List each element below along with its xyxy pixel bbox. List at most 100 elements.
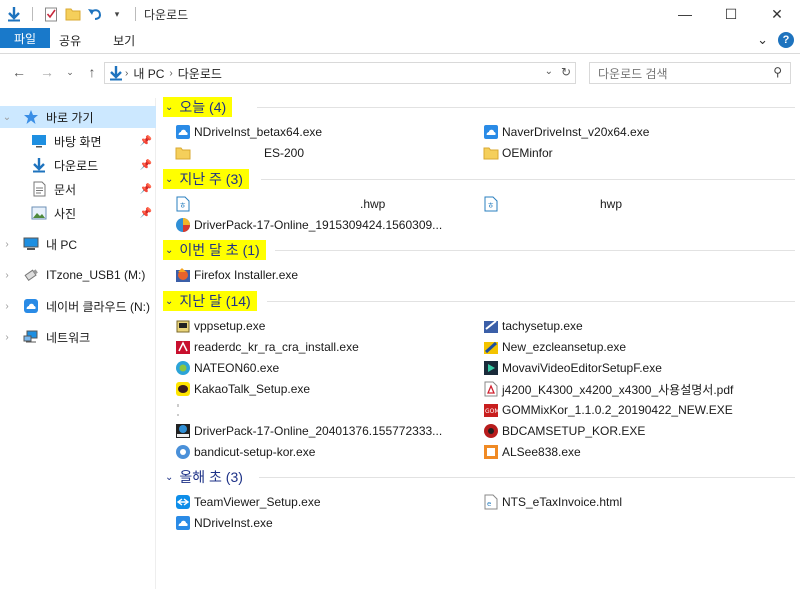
- nav-item-pictures[interactable]: 사진 📌: [30, 202, 156, 224]
- acrobat-icon: [175, 339, 191, 355]
- pin-icon: 📌: [139, 159, 152, 171]
- file-item[interactable]: MovaviVideoEditorSetupF.exe: [483, 358, 662, 378]
- nateon-icon: [175, 360, 191, 376]
- tab-view[interactable]: 보기: [97, 28, 151, 53]
- back-button[interactable]: ←: [9, 62, 29, 82]
- nav-item-this-pc[interactable]: › 내 PC: [0, 233, 156, 255]
- expand-chevron-icon[interactable]: ›: [0, 270, 14, 281]
- file-item[interactable]: KakaoTalk_Setup.exe: [175, 379, 310, 399]
- file-name: tachysetup.exe: [502, 319, 583, 333]
- file-item[interactable]: bandicut-setup-kor.exe: [175, 442, 315, 462]
- customize-dropdown-icon[interactable]: ▾: [109, 6, 125, 22]
- expand-chevron-icon[interactable]: ›: [0, 332, 14, 343]
- group-label: 이번 달 초 (1): [179, 242, 260, 258]
- desktop-icon: [30, 133, 48, 149]
- nav-item-naver-cloud[interactable]: › 네이버 클라우드 (N:): [0, 295, 156, 317]
- file-name: TeamViewer_Setup.exe: [194, 495, 321, 509]
- file-item[interactable]: readerdc_kr_ra_cra_install.exe: [175, 337, 359, 357]
- new-folder-icon[interactable]: [65, 6, 81, 22]
- file-item[interactable]: [175, 400, 194, 420]
- file-item[interactable]: NDriveInst.exe: [175, 513, 273, 533]
- file-item[interactable]: OEMinfor: [483, 143, 553, 163]
- search-icon[interactable]: ⚲: [773, 65, 782, 79]
- file-item[interactable]: NATEON60.exe: [175, 358, 279, 378]
- file-name: ALSee838.exe: [502, 445, 581, 459]
- close-button[interactable]: ✕: [754, 0, 800, 28]
- file-name: KakaoTalk_Setup.exe: [194, 382, 311, 396]
- file-item[interactable]: vppsetup.exe: [175, 316, 265, 336]
- file-item[interactable]: ES-200: [175, 143, 304, 163]
- forward-button[interactable]: →: [37, 62, 57, 82]
- group-divider: [259, 477, 795, 478]
- file-item[interactable]: BDCAMSETUP_KOR.EXE: [483, 421, 645, 441]
- file-item[interactable]: NDriveInst_betax64.exe: [175, 122, 322, 142]
- expand-chevron-icon[interactable]: ›: [0, 239, 14, 250]
- kakao-icon: [175, 381, 191, 397]
- file-item[interactable]: GOM GOMMixKor_1.1.0.2_20190422_NEW.EXE: [483, 400, 733, 420]
- group-divider: [257, 107, 795, 108]
- nav-item-documents[interactable]: 문서 📌: [30, 178, 156, 200]
- file-name: hwp: [600, 197, 623, 211]
- nav-item-usb-drive[interactable]: › ITzone_USB1 (M:): [0, 264, 156, 286]
- breadcrumb-downloads[interactable]: 다운로드: [178, 65, 222, 82]
- group-header-today[interactable]: ⌄ 오늘 (4): [163, 97, 233, 117]
- up-button[interactable]: ↑: [82, 62, 102, 82]
- nav-item-label: 네트워크: [46, 330, 91, 345]
- refresh-icon[interactable]: ↻: [561, 65, 571, 79]
- collapse-chevron-icon[interactable]: ⌄: [0, 112, 14, 123]
- file-item[interactable]: ㅎ hwp: [483, 194, 622, 214]
- file-item[interactable]: e NTS_eTaxInvoice.html: [483, 492, 622, 512]
- quick-access-toolbar: ▾: [0, 6, 140, 22]
- help-icon[interactable]: ?: [778, 32, 794, 48]
- file-item[interactable]: tachysetup.exe: [483, 316, 583, 336]
- picture-icon: [30, 205, 48, 221]
- file-item[interactable]: Firefox Installer.exe: [175, 265, 298, 285]
- breadcrumb-this-pc[interactable]: 내 PC: [133, 65, 164, 82]
- file-item[interactable]: DriverPack-17-Online_20401376.155772333.…: [175, 421, 442, 441]
- file-item[interactable]: j4200_K4300_x4200_x4300_사용설명서.pdf: [483, 379, 733, 399]
- nav-item-network[interactable]: › 네트워크: [0, 326, 156, 348]
- title-bar: ▾ 다운로드 — ☐ ✕: [0, 0, 800, 28]
- tab-share[interactable]: 공유: [43, 28, 97, 53]
- file-item[interactable]: ㅎ .hwp: [175, 194, 385, 214]
- properties-icon[interactable]: [43, 6, 59, 22]
- undo-icon[interactable]: [87, 6, 103, 22]
- nav-item-label: 바로 가기: [46, 110, 94, 125]
- expand-ribbon-icon[interactable]: ⌄: [757, 32, 768, 48]
- file-item[interactable]: TeamViewer_Setup.exe: [175, 492, 321, 512]
- svg-text:GOM: GOM: [485, 408, 499, 415]
- star-icon: [22, 109, 40, 125]
- group-header-early-this-year[interactable]: ⌄ 올해 초 (3): [163, 467, 243, 487]
- group-header-last-week[interactable]: ⌄ 지난 주 (3): [163, 169, 249, 189]
- search-input[interactable]: 다운로드 검색 ⚲: [589, 62, 791, 84]
- chevron-down-icon: ⌄: [165, 101, 174, 113]
- expand-chevron-icon[interactable]: ›: [0, 301, 14, 312]
- recent-locations-icon[interactable]: ⌄: [60, 62, 80, 82]
- group-header-last-month[interactable]: ⌄ 지난 달 (14): [163, 291, 257, 311]
- address-history-dropdown[interactable]: ⌄: [545, 66, 553, 77]
- nav-item-quick-access[interactable]: ⌄ 바로 가기: [0, 106, 156, 128]
- address-bar[interactable]: › 내 PC › 다운로드 ⌄ ↻: [104, 62, 576, 84]
- firefox-icon: [175, 267, 191, 283]
- divider: [135, 7, 136, 21]
- pin-icon: 📌: [139, 207, 152, 219]
- file-item[interactable]: ALSee838.exe: [483, 442, 581, 462]
- tab-file[interactable]: 파일: [0, 28, 51, 48]
- file-item[interactable]: DriverPack-17-Online_1915309424.1560309.…: [175, 215, 442, 235]
- breadcrumb-chevron[interactable]: ›: [125, 68, 128, 79]
- file-name: NDriveInst_betax64.exe: [194, 125, 323, 139]
- group-header-early-this-month[interactable]: ⌄ 이번 달 초 (1): [163, 240, 266, 260]
- file-name: BDCAMSETUP_KOR.EXE: [502, 424, 646, 438]
- folder-icon: [483, 145, 499, 161]
- group-label: 올해 초 (3): [179, 469, 243, 485]
- download-arrow-icon[interactable]: [6, 6, 22, 22]
- minimize-button[interactable]: —: [662, 0, 708, 28]
- file-item[interactable]: New_ezcleansetup.exe: [483, 337, 626, 357]
- pin-icon: 📌: [139, 135, 152, 147]
- nav-item-downloads[interactable]: 다운로드 📌: [30, 154, 156, 176]
- file-name: Firefox Installer.exe: [194, 268, 299, 282]
- maximize-button[interactable]: ☐: [708, 0, 754, 28]
- file-item[interactable]: NaverDriveInst_v20x64.exe: [483, 122, 649, 142]
- breadcrumb-chevron[interactable]: ›: [169, 68, 172, 79]
- nav-item-desktop[interactable]: 바탕 화면 📌: [30, 130, 156, 152]
